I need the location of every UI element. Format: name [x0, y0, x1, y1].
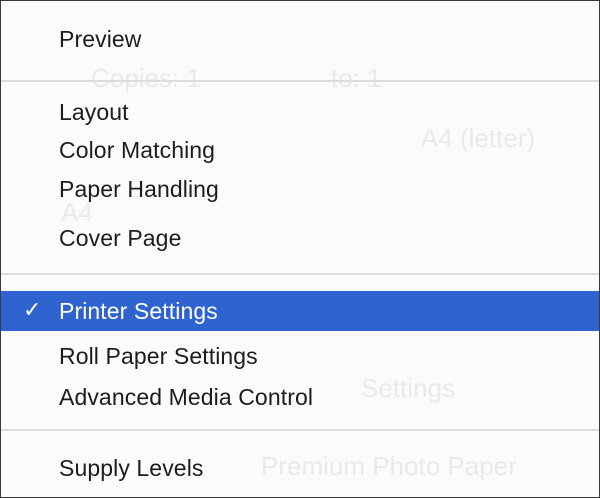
menu-item-label: Color Matching	[59, 137, 216, 163]
menu-item-label: Advanced Media Control	[59, 384, 314, 410]
menu-item-label: Supply Levels	[59, 455, 204, 481]
menu-item-label: Preview	[59, 26, 142, 52]
menu-item-supply-levels[interactable]: Supply Levels	[1, 449, 599, 487]
menu-item-label: Layout	[59, 99, 129, 125]
menu-item-cover-page[interactable]: Cover Page	[1, 219, 599, 257]
menu-item-label: Printer Settings	[59, 298, 218, 324]
menu-separator	[1, 429, 599, 431]
menu-item-color-matching[interactable]: Color Matching	[1, 131, 599, 169]
menu-separator	[1, 80, 599, 82]
menu-item-printer-settings[interactable]: ✓ Printer Settings	[1, 291, 599, 331]
menu-item-label: Paper Handling	[59, 176, 219, 202]
menu-item-advanced-media-control[interactable]: Advanced Media Control	[1, 378, 599, 416]
menu-item-roll-paper-settings[interactable]: Roll Paper Settings	[1, 337, 599, 375]
checkmark-icon: ✓	[23, 298, 42, 323]
menu-item-paper-handling[interactable]: Paper Handling	[1, 170, 599, 208]
menu-item-layout[interactable]: Layout	[1, 93, 599, 131]
menu-item-label: Roll Paper Settings	[59, 343, 258, 369]
menu-item-label: Cover Page	[59, 225, 182, 251]
print-options-menu: Copies: 1 to: 1 A4 (letter) A4 Settings …	[0, 0, 600, 498]
menu-separator	[1, 273, 599, 275]
menu-item-preview[interactable]: Preview	[1, 20, 599, 58]
